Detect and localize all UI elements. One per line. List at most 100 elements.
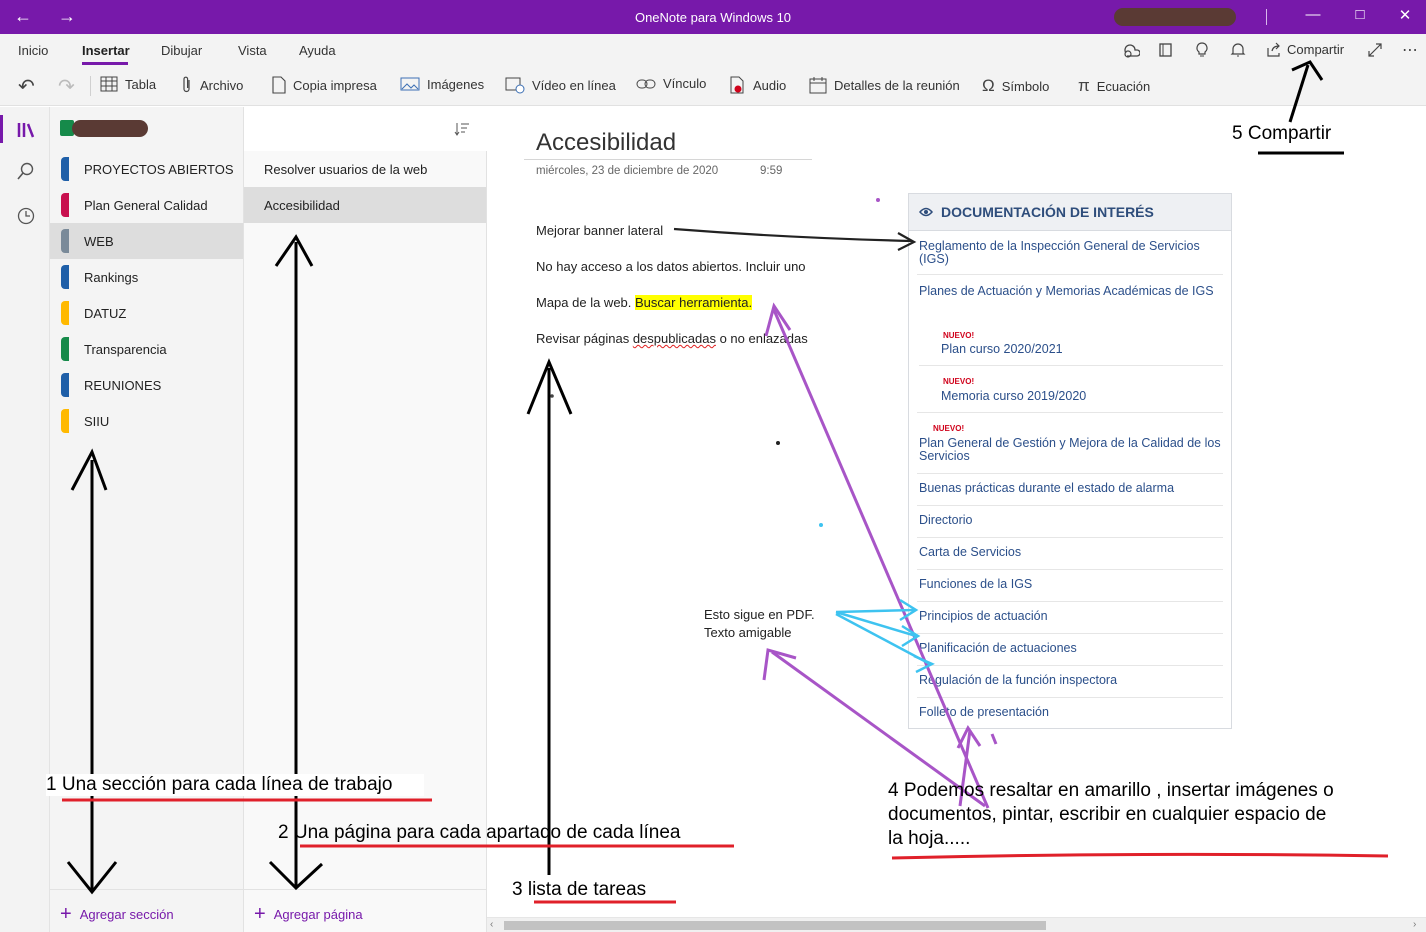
undo-icon[interactable]: ↶: [18, 74, 35, 99]
page-label: Resolver usuarios de la web: [264, 161, 428, 177]
calendar-icon: [809, 77, 827, 94]
documentation-panel-image[interactable]: DOCUMENTACIÓN DE INTERÉS Reglamento de l…: [908, 193, 1232, 729]
section-label: Rankings: [84, 269, 139, 285]
annotation-sections: 1 Una sección para cada línea de trabajo: [46, 774, 425, 796]
tab-dibujar[interactable]: Dibujar: [161, 43, 202, 58]
omega-icon: Ω: [982, 76, 995, 95]
tab-ayuda[interactable]: Ayuda: [299, 43, 336, 58]
add-section-label: Agregar sección: [79, 907, 174, 922]
add-page-button[interactable]: + Agregar página: [254, 903, 363, 926]
doc-link[interactable]: Memoria curso 2019/2020: [941, 390, 1245, 403]
image-icon: [400, 77, 420, 91]
note-line[interactable]: Mejorar banner lateral: [536, 223, 663, 238]
side-note-line[interactable]: Texto amigable: [704, 625, 791, 640]
notebooks-library-icon[interactable]: [16, 121, 36, 139]
insert-symbol-button[interactable]: Ω Símbolo: [982, 76, 1049, 96]
section-item-proyectos-abiertos[interactable]: PROYECTOS ABIERTOS: [50, 151, 243, 187]
annotation-task-list: 3 lista de tareas: [512, 879, 647, 900]
insert-equation-button[interactable]: π Ecuación: [1078, 76, 1150, 96]
search-icon[interactable]: [17, 162, 35, 180]
new-badge: NUEVO!: [933, 424, 965, 433]
section-item-datuz[interactable]: DATUZ: [50, 295, 243, 331]
section-item-reuniones[interactable]: REUNIONES: [50, 367, 243, 403]
redo-icon[interactable]: ↷: [58, 74, 75, 99]
scrollbar-thumb[interactable]: [504, 921, 1046, 930]
printout-label: Copia impresa: [293, 77, 377, 93]
doc-link[interactable]: Folleto de presentación: [919, 706, 1223, 719]
share-button[interactable]: Compartir: [1266, 42, 1344, 57]
insert-link-button[interactable]: Vínculo: [636, 76, 706, 91]
doc-separator: [917, 412, 1223, 413]
add-section-button[interactable]: + Agregar sección: [60, 903, 174, 926]
user-account-redacted[interactable]: [1114, 8, 1236, 26]
page-title[interactable]: Accesibilidad: [536, 129, 676, 157]
insert-printout-button[interactable]: Copia impresa: [272, 76, 377, 94]
doc-link[interactable]: Principios de actuación: [919, 610, 1223, 623]
horizontal-scrollbar[interactable]: ‹ ›: [487, 917, 1426, 932]
section-item-transparencia[interactable]: Transparencia: [50, 331, 243, 367]
sync-icon[interactable]: [1122, 42, 1140, 58]
doc-separator: [917, 537, 1223, 538]
section-color-tab: [61, 373, 69, 397]
doc-link[interactable]: Plan curso 2020/2021: [941, 343, 1245, 356]
symbol-label: Símbolo: [1001, 78, 1050, 94]
note-line[interactable]: No hay acceso a los datos abiertos. Incl…: [536, 259, 806, 274]
lightbulb-icon[interactable]: [1195, 41, 1209, 59]
doc-link[interactable]: Planificación de actuaciones: [919, 642, 1223, 655]
page-item-accesibilidad[interactable]: Accesibilidad: [244, 187, 486, 223]
sort-icon[interactable]: [454, 121, 470, 137]
meeting-details-button[interactable]: Detalles de la reunión: [809, 76, 960, 94]
minimize-icon[interactable]: —: [1290, 6, 1336, 23]
insert-audio-button[interactable]: Audio: [728, 76, 786, 94]
notebook-name-redacted[interactable]: [72, 120, 148, 137]
annotation-highlight-line: la hoja.....: [888, 828, 971, 849]
maximize-icon[interactable]: □: [1337, 6, 1383, 23]
scroll-left-arrow-icon[interactable]: ‹: [490, 919, 493, 930]
doc-link[interactable]: Reglamento de la Inspección General de S…: [919, 240, 1223, 266]
bell-icon[interactable]: [1230, 41, 1246, 59]
note-line[interactable]: Mapa de la web. Buscar herramienta.: [536, 295, 753, 310]
highlighted-text: Buscar herramienta.: [635, 295, 753, 310]
doc-link[interactable]: Plan General de Gestión y Mejora de la C…: [919, 437, 1223, 463]
annotation-highlight-line: 4 Podemos resaltar en amarillo , inserta…: [888, 780, 1334, 801]
recent-clock-icon[interactable]: [17, 207, 35, 225]
sections-panel: PROYECTOS ABIERTOS Plan General Calidad …: [50, 107, 244, 932]
doc-link[interactable]: Regulación de la función inspectora: [919, 674, 1223, 687]
link-icon: [636, 79, 656, 88]
side-note-line[interactable]: Esto sigue en PDF.: [704, 607, 815, 622]
section-item-siiu[interactable]: SIIU: [50, 403, 243, 439]
doc-link[interactable]: Directorio: [919, 514, 1223, 527]
doc-link[interactable]: Planes de Actuación y Memorias Académica…: [919, 285, 1223, 298]
title-divider: [1266, 9, 1267, 25]
fullscreen-icon[interactable]: [1367, 42, 1383, 58]
section-item-rankings[interactable]: Rankings: [50, 259, 243, 295]
notebooks-icon[interactable]: [1158, 42, 1174, 58]
section-item-plan-general-calidad[interactable]: Plan General Calidad: [50, 187, 243, 223]
note-line[interactable]: Revisar páginas despublicadas o no enlaz…: [536, 331, 808, 346]
insert-online-video-button[interactable]: Vídeo en línea: [505, 76, 616, 94]
close-icon[interactable]: ✕: [1382, 6, 1426, 24]
scroll-right-arrow-icon[interactable]: ›: [1413, 919, 1416, 930]
page-item-resolver-usuarios[interactable]: Resolver usuarios de la web: [244, 151, 486, 187]
link-label: Vínculo: [663, 76, 707, 91]
insert-file-button[interactable]: Archivo: [181, 76, 243, 94]
new-badge: NUEVO!: [943, 377, 975, 386]
ribbon-divider: [90, 76, 91, 96]
doc-link[interactable]: Funciones de la IGS: [919, 578, 1223, 591]
table-label: Tabla: [125, 76, 157, 92]
insert-images-button[interactable]: Imágenes: [400, 76, 484, 92]
section-item-web[interactable]: WEB: [50, 223, 243, 259]
tab-insertar[interactable]: Insertar: [82, 43, 130, 58]
doc-link[interactable]: Buenas prácticas durante el estado de al…: [919, 482, 1223, 495]
tab-inicio[interactable]: Inicio: [18, 43, 48, 58]
more-options-icon[interactable]: ⋯: [1402, 40, 1418, 60]
note-text: Revisar páginas: [536, 331, 633, 346]
tab-vista[interactable]: Vista: [238, 43, 267, 58]
equation-label: Ecuación: [1096, 78, 1151, 94]
audio-label: Audio: [753, 77, 787, 93]
doc-link[interactable]: Carta de Servicios: [919, 546, 1223, 559]
eye-icon: [919, 207, 933, 217]
section-color-tab: [61, 301, 69, 325]
insert-table-button[interactable]: Tabla: [100, 76, 156, 92]
page-label: Accesibilidad: [264, 197, 340, 213]
